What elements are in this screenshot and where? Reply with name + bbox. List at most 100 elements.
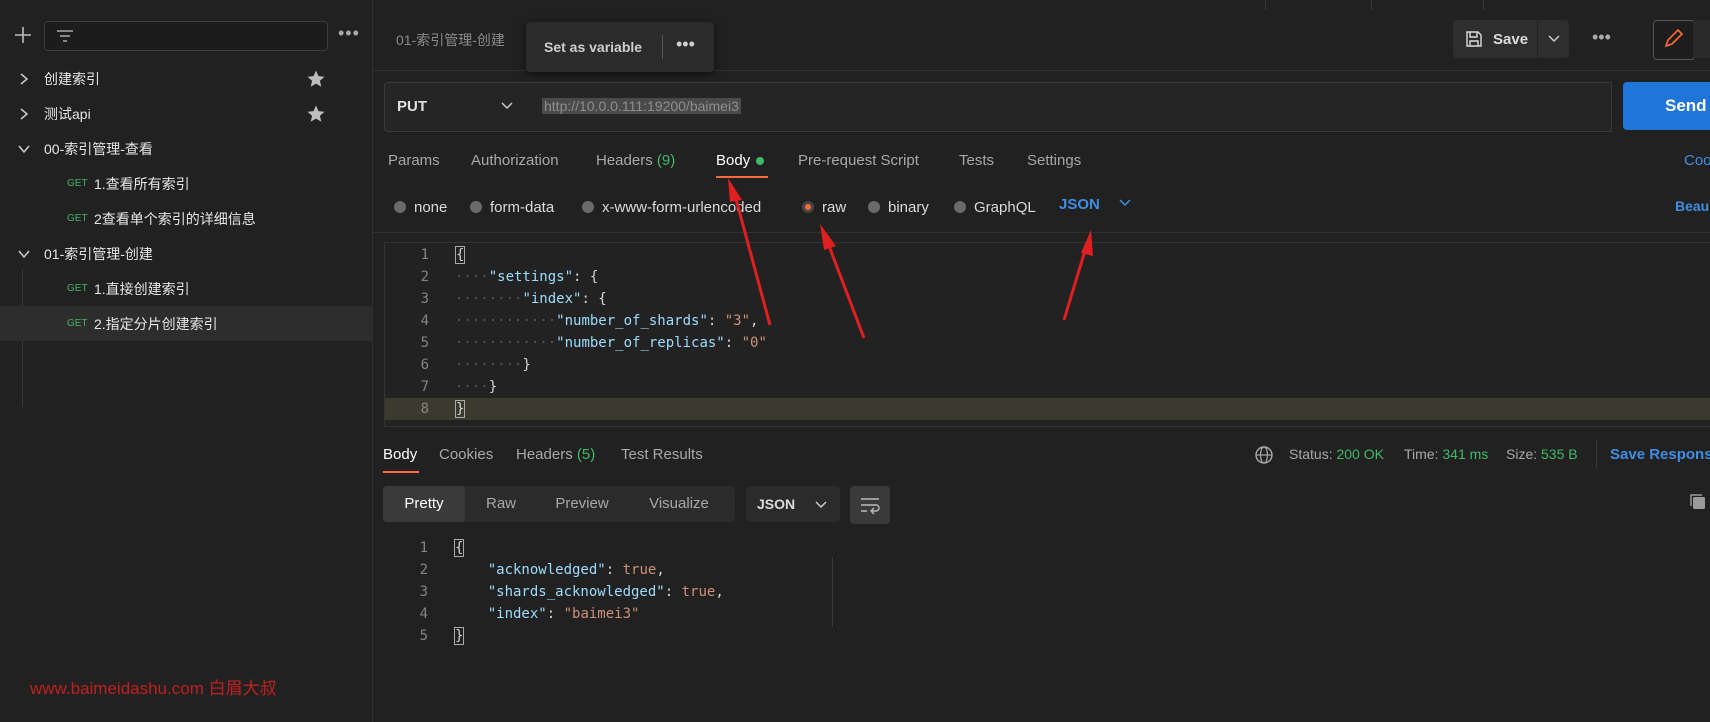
radio-graphql[interactable]: GraphQL bbox=[954, 196, 1036, 218]
response-body-viewer[interactable]: 1{ 2 "acknowledged": true, 3 "shards_ack… bbox=[384, 537, 1710, 657]
request-header-bar: 01-索引管理-创建 Set as variable ••• Save ••• bbox=[373, 0, 1710, 72]
url-input[interactable]: http://10.0.0.111:19200/baimei3 bbox=[528, 82, 1612, 132]
radio-label: form-data bbox=[490, 198, 555, 216]
tab-pre-request-script[interactable]: Pre-request Script bbox=[798, 152, 919, 169]
sidebar-folder[interactable]: 01-索引管理-创建 bbox=[0, 236, 372, 271]
send-button[interactable]: Send bbox=[1623, 82, 1710, 130]
chevron-down-icon[interactable] bbox=[17, 142, 31, 156]
star-icon[interactable] bbox=[306, 104, 326, 124]
plus-icon[interactable] bbox=[12, 24, 34, 46]
tab-params[interactable]: Params bbox=[388, 152, 440, 169]
tooltip-more-button[interactable]: ••• bbox=[676, 34, 695, 55]
active-tab-underline bbox=[716, 176, 768, 178]
code-line: 4 ············"number_of_shards": "3", bbox=[385, 310, 1710, 332]
view-pretty[interactable]: Pretty bbox=[383, 486, 465, 522]
view-raw[interactable]: Raw bbox=[465, 486, 537, 522]
filter-input[interactable] bbox=[44, 21, 328, 51]
chevron-right-icon[interactable] bbox=[17, 107, 31, 121]
code-line: 2 "acknowledged": true, bbox=[384, 559, 1710, 581]
radio-label: binary bbox=[888, 198, 929, 216]
save-response-button[interactable]: Save Respons bbox=[1610, 446, 1710, 463]
wrap-lines-button[interactable] bbox=[850, 486, 890, 524]
body-format-value: JSON bbox=[1059, 196, 1100, 213]
pencil-icon bbox=[1664, 28, 1684, 48]
tree-guide-line bbox=[22, 339, 23, 407]
chevron-down-icon[interactable] bbox=[17, 247, 31, 261]
request-title[interactable]: 01-索引管理-创建 bbox=[396, 30, 505, 50]
response-tab-headers[interactable]: Headers (5) bbox=[516, 446, 595, 463]
line-number: 2 bbox=[419, 562, 428, 578]
tab-body[interactable]: Body bbox=[716, 152, 765, 169]
http-method-select[interactable]: PUT bbox=[384, 82, 530, 132]
copy-icon[interactable] bbox=[1688, 492, 1708, 512]
radio-dot bbox=[954, 201, 966, 213]
edit-button[interactable] bbox=[1653, 20, 1695, 60]
sidebar-request-label: 2.指定分片创建索引 bbox=[94, 315, 218, 332]
code-line: 2 ····"settings": { bbox=[385, 266, 1710, 288]
sidebar-request[interactable]: GET 2查看单个索引的详细信息 bbox=[0, 201, 372, 236]
tab-label: Headers bbox=[516, 446, 573, 463]
radio-urlencoded[interactable]: x-www-form-urlencoded bbox=[582, 196, 761, 218]
response-tab-cookies[interactable]: Cookies bbox=[439, 446, 493, 463]
globe-icon[interactable] bbox=[1254, 445, 1274, 465]
sidebar-more-button[interactable]: ••• bbox=[338, 24, 360, 42]
sidebar-folder[interactable]: 00-索引管理-查看 bbox=[0, 131, 372, 166]
chevron-right-icon[interactable] bbox=[17, 72, 31, 86]
size-label: Size: bbox=[1506, 446, 1538, 462]
code-text: "index": "baimei3" bbox=[487, 606, 640, 622]
radio-binary[interactable]: binary bbox=[868, 196, 929, 218]
code-line: 3 ········"index": { bbox=[385, 288, 1710, 310]
tab-label: Authorization bbox=[471, 152, 559, 169]
sidebar-request[interactable]: GET 1.查看所有索引 bbox=[0, 166, 372, 201]
code-text: "acknowledged": true, bbox=[487, 562, 665, 578]
request-method-badge: GET bbox=[67, 213, 88, 224]
tooltip-divider bbox=[662, 35, 663, 59]
body-format-select[interactable]: JSON bbox=[1059, 196, 1132, 213]
sidebar-folder[interactable]: 创建索引 bbox=[0, 61, 372, 96]
code-line: 7 ····} bbox=[385, 376, 1710, 398]
view-preview[interactable]: Preview bbox=[537, 486, 627, 522]
tab-headers[interactable]: Headers (9) bbox=[596, 152, 675, 169]
view-visualize[interactable]: Visualize bbox=[627, 486, 731, 522]
sidebar-request-label: 1.直接创建索引 bbox=[94, 280, 190, 297]
save-label: Save bbox=[1493, 31, 1529, 48]
response-tab-body[interactable]: Body bbox=[383, 446, 417, 463]
sidebar: ••• 创建索引 测试api 00-索引管理-查看 GET 1.查看所有索引 G… bbox=[0, 0, 373, 722]
line-number: 5 bbox=[420, 335, 429, 351]
tab-authorization[interactable]: Authorization bbox=[471, 152, 559, 169]
radio-raw[interactable]: raw bbox=[802, 196, 846, 218]
save-button[interactable]: Save bbox=[1453, 20, 1569, 58]
request-method-badge: GET bbox=[67, 178, 88, 189]
line-number: 2 bbox=[420, 269, 429, 285]
code-text: { bbox=[454, 539, 465, 557]
sidebar-request[interactable]: GET 1.直接创建索引 bbox=[0, 271, 372, 306]
radio-dot bbox=[582, 201, 594, 213]
response-status: Status: 200 OK bbox=[1289, 446, 1384, 462]
documentation-button[interactable] bbox=[1693, 20, 1710, 58]
sidebar-request-selected[interactable]: GET 2.指定分片创建索引 bbox=[0, 306, 372, 341]
star-icon[interactable] bbox=[306, 69, 326, 89]
tab-strip-divider bbox=[1265, 0, 1372, 10]
status-value: 200 OK bbox=[1336, 446, 1384, 462]
radio-form-data[interactable]: form-data bbox=[470, 196, 554, 218]
http-method-value: PUT bbox=[397, 98, 427, 115]
sidebar-folder-label: 00-索引管理-查看 bbox=[44, 140, 153, 157]
response-format-value: JSON bbox=[757, 496, 796, 512]
radio-label: x-www-form-urlencoded bbox=[602, 198, 762, 216]
code-text: "shards_acknowledged": true, bbox=[487, 584, 724, 600]
tab-settings[interactable]: Settings bbox=[1027, 152, 1081, 169]
tab-tests[interactable]: Tests bbox=[959, 152, 994, 169]
indent-guide bbox=[832, 557, 833, 627]
more-actions-button[interactable]: ••• bbox=[1592, 28, 1611, 46]
response-format-select[interactable]: JSON bbox=[746, 486, 840, 522]
sidebar-folder[interactable]: 测试api bbox=[0, 96, 372, 131]
request-body-editor[interactable]: 1{ 2 ····"settings": { 3 ········"index": … bbox=[384, 242, 1710, 427]
radio-none[interactable]: none bbox=[394, 196, 447, 218]
chevron-down-icon[interactable] bbox=[1547, 33, 1561, 45]
set-as-variable-button[interactable]: Set as variable bbox=[544, 39, 642, 55]
tab-label: Params bbox=[388, 152, 440, 169]
cookies-link[interactable]: Coo bbox=[1684, 152, 1710, 169]
radio-label: raw bbox=[822, 198, 847, 216]
response-tab-test-results[interactable]: Test Results bbox=[621, 446, 703, 463]
beautify-link[interactable]: Beau bbox=[1675, 198, 1709, 214]
